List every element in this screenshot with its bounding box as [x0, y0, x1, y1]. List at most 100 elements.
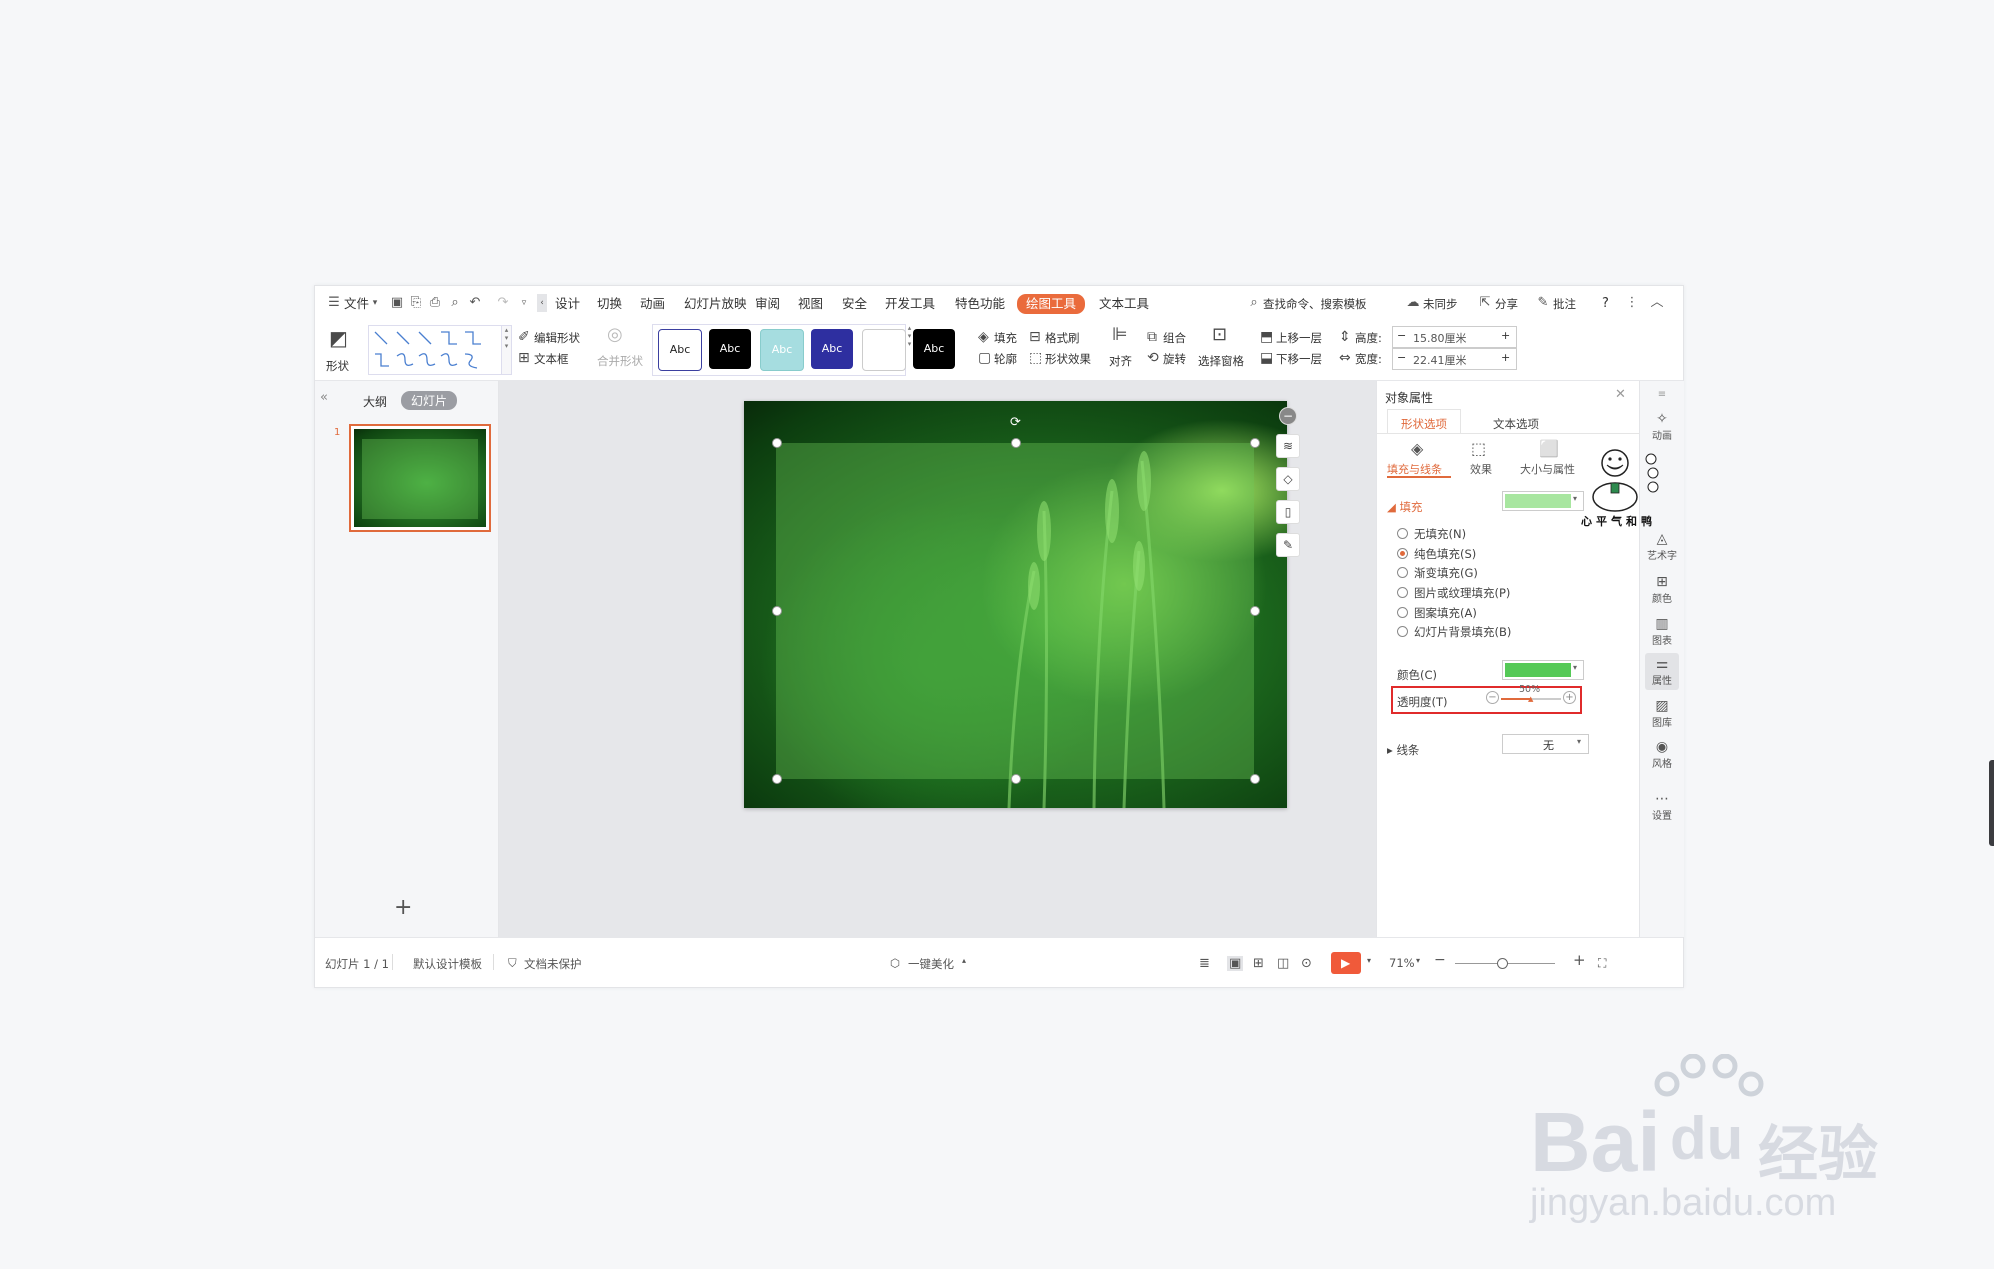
add-slide-button[interactable]: +: [394, 895, 412, 920]
radio-solid-fill[interactable]: 纯色填充(S): [1397, 546, 1476, 562]
format-painter-button[interactable]: 格式刷: [1045, 330, 1080, 346]
tab-slides[interactable]: 幻灯片: [401, 391, 458, 410]
save-icon[interactable]: ▣: [390, 296, 404, 310]
align-icon[interactable]: ⊫: [1112, 326, 1128, 344]
height-field[interactable]: − 15.80厘米 +: [1392, 326, 1517, 348]
fill-line-icon[interactable]: ◈: [1411, 439, 1423, 458]
tab-file[interactable]: 文件: [344, 295, 369, 313]
rotate-button[interactable]: 旋转: [1163, 351, 1186, 367]
transparency-slider[interactable]: ▲: [1501, 695, 1561, 703]
play-slideshow-button[interactable]: ▶: [1331, 952, 1361, 974]
one-click-beautify[interactable]: 一键美化: [908, 956, 954, 972]
tab-view[interactable]: 视图: [798, 295, 823, 313]
share-icon[interactable]: ⇱: [1478, 296, 1492, 310]
hamburger-menu-icon[interactable]: ☰: [327, 296, 341, 310]
sorter-view-icon[interactable]: ⊞: [1253, 956, 1264, 971]
style-indigo[interactable]: Abc: [811, 329, 853, 369]
transparency-slider-thumb[interactable]: ▲: [1528, 695, 1533, 703]
export-icon[interactable]: ⎘: [409, 296, 423, 310]
selected-rectangle-shape[interactable]: [776, 443, 1254, 779]
tab-outline[interactable]: 大纲: [363, 393, 387, 410]
tab-drawing-tools[interactable]: 绘图工具: [1017, 294, 1086, 314]
width-value[interactable]: 22.41厘米: [1413, 352, 1467, 368]
collapse-pane-button[interactable]: «: [320, 390, 328, 405]
width-decrement[interactable]: −: [1397, 351, 1406, 364]
minus-circle-icon[interactable]: −: [1279, 407, 1297, 425]
textbox-button[interactable]: 文本框: [534, 351, 569, 367]
more-quick-icon[interactable]: ▿: [517, 296, 531, 310]
tab-design[interactable]: 设计: [555, 295, 580, 313]
outline-style-icon[interactable]: ▯: [1276, 500, 1300, 524]
sidebar-item-settings[interactable]: ⋯ 设置: [1640, 791, 1684, 822]
width-increment[interactable]: +: [1501, 351, 1510, 364]
rotate-handle-icon[interactable]: ⟳: [1010, 415, 1021, 430]
resize-handle[interactable]: [772, 438, 782, 448]
fill-bucket-icon[interactable]: ◈: [978, 330, 989, 344]
line-dropdown[interactable]: 无 ▾: [1502, 734, 1589, 754]
scroll-left-icon[interactable]: ‹: [537, 294, 547, 312]
sidebar-item-style[interactable]: ◉ 风格: [1640, 739, 1684, 770]
radio-picture-fill[interactable]: 图片或纹理填充(P): [1397, 585, 1510, 601]
style-black[interactable]: Abc: [709, 329, 751, 369]
chevron-down-icon[interactable]: ▾: [1416, 956, 1420, 965]
more-icon[interactable]: ⋮: [1625, 296, 1639, 310]
gallery-scroll[interactable]: ▴ ▾ ▾: [501, 325, 512, 375]
style-outline-blue[interactable]: Abc: [658, 329, 702, 371]
resize-handle[interactable]: [772, 606, 782, 616]
outline-button[interactable]: 轮廓: [994, 351, 1017, 367]
shape-gallery[interactable]: [368, 325, 502, 375]
sync-status[interactable]: 未同步: [1423, 295, 1458, 313]
zoom-level[interactable]: 71%: [1389, 956, 1415, 970]
subtab-effect[interactable]: 效果: [1470, 461, 1492, 477]
chevron-up-icon[interactable]: ▴: [962, 956, 966, 965]
fill-button[interactable]: 填充: [994, 330, 1017, 346]
edit-shape-icon[interactable]: ✐: [518, 330, 530, 344]
align-button[interactable]: 对齐: [1109, 353, 1132, 369]
slide-thumbnail-1[interactable]: [349, 424, 491, 532]
notes-icon[interactable]: ≣: [1199, 956, 1210, 971]
help-button[interactable]: ?: [1602, 295, 1609, 313]
style-gallery-scroll[interactable]: ▴ ▾ ▾: [905, 324, 914, 374]
group-icon[interactable]: ⧉: [1147, 330, 1157, 344]
textbox-icon[interactable]: ⊞: [518, 351, 530, 365]
subtab-size[interactable]: 大小与属性: [1520, 461, 1575, 477]
redo-icon[interactable]: ↷: [496, 296, 510, 310]
selection-pane-button[interactable]: 选择窗格: [1198, 353, 1244, 369]
resize-handle[interactable]: [1011, 438, 1021, 448]
shape-effect-button[interactable]: 形状效果: [1045, 351, 1091, 367]
tab-text-options[interactable]: 文本选项: [1493, 416, 1539, 432]
style-light-cyan[interactable]: Abc: [760, 329, 804, 371]
height-decrement[interactable]: −: [1397, 329, 1406, 342]
panel-title[interactable]: 对象属性: [1385, 389, 1433, 406]
height-increment[interactable]: +: [1501, 329, 1510, 342]
line-section-header[interactable]: ▸ 线条: [1387, 742, 1419, 758]
transparency-decrease-button[interactable]: −: [1486, 691, 1499, 704]
radio-no-fill[interactable]: 无填充(N): [1397, 526, 1466, 542]
tab-special[interactable]: 特色功能: [955, 295, 1005, 313]
resize-handle[interactable]: [1250, 774, 1260, 784]
tab-security[interactable]: 安全: [842, 295, 867, 313]
transparency-increase-button[interactable]: +: [1563, 691, 1576, 704]
document-protection[interactable]: 文档未保护: [524, 956, 582, 972]
layers-icon[interactable]: ≋: [1276, 434, 1300, 458]
sidebar-item-animation[interactable]: ✧ 动画: [1640, 411, 1684, 442]
sidebar-item-art-text[interactable]: ◬ 艺术字: [1640, 531, 1684, 562]
radio-slide-bg-fill[interactable]: 幻灯片背景填充(B): [1397, 624, 1511, 640]
width-field[interactable]: − 22.41厘米 +: [1392, 348, 1517, 370]
resize-handle[interactable]: [1250, 606, 1260, 616]
effect-icon[interactable]: ⬚: [1471, 439, 1486, 458]
normal-view-icon[interactable]: ▣: [1227, 956, 1244, 971]
chevron-down-icon[interactable]: ▾: [368, 296, 382, 310]
bring-forward-button[interactable]: 上移一层: [1276, 330, 1322, 346]
outline-icon[interactable]: ▢: [978, 351, 991, 365]
sidebar-item-chart[interactable]: ▥ 图表: [1640, 616, 1684, 647]
comment-icon[interactable]: ✎: [1536, 296, 1550, 310]
share-button[interactable]: 分享: [1495, 295, 1518, 313]
send-backward-button[interactable]: 下移一层: [1276, 351, 1322, 367]
subtab-fill-line[interactable]: 填充与线条: [1387, 461, 1442, 477]
collapse-ribbon-icon[interactable]: ︿: [1650, 296, 1664, 310]
command-search[interactable]: 查找命令、搜索模板: [1263, 295, 1367, 313]
sidebar-item-properties[interactable]: ⚌ 属性: [1645, 653, 1679, 690]
radio-pattern-fill[interactable]: 图案填充(A): [1397, 605, 1477, 621]
cloud-sync-icon[interactable]: ☁: [1406, 296, 1420, 310]
